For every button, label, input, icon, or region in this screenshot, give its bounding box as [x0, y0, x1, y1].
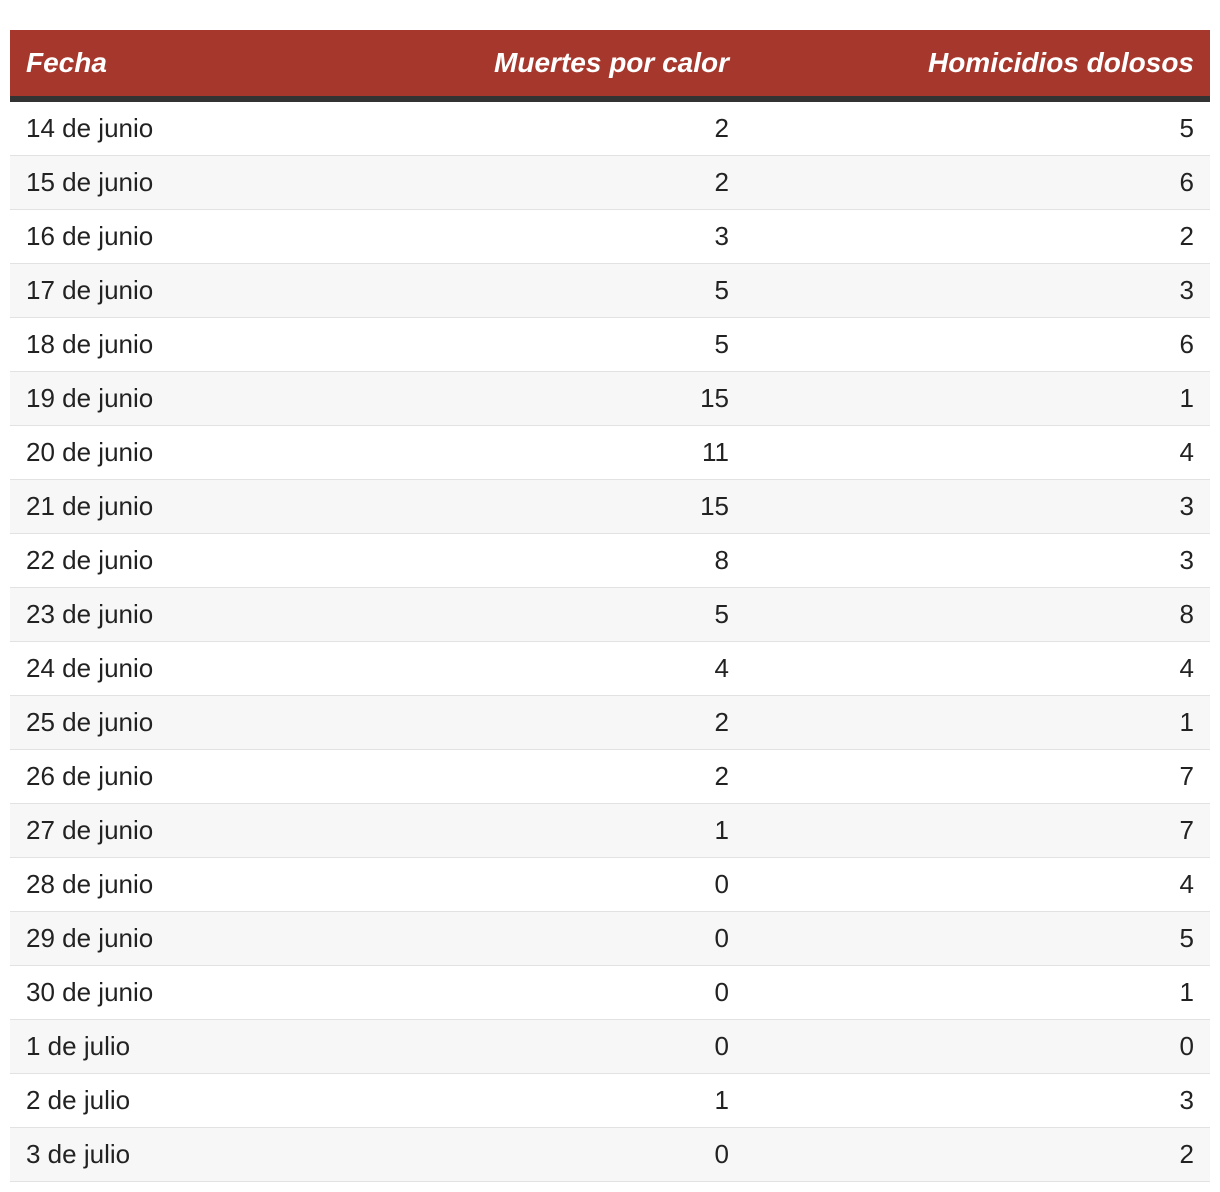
- date-cell: 18 de junio: [10, 317, 350, 372]
- date-cell: 14 de junio: [10, 99, 350, 156]
- date-cell: 20 de junio: [10, 425, 350, 480]
- column-header-fecha: Fecha: [10, 30, 350, 102]
- date-cell: 3 de julio: [10, 1127, 350, 1182]
- homicides-cell: 1: [745, 371, 1210, 426]
- homicides-cell: 2: [745, 209, 1210, 264]
- homicides-cell: 6: [745, 155, 1210, 210]
- table-body: 14 de junio 2 5 15 de junio 2 6 16 de junio 3 2 1…: [10, 99, 1210, 1182]
- date-cell: 24 de junio: [10, 641, 350, 696]
- table-row: 27 de junio 1 7: [10, 803, 1210, 858]
- homicides-cell: 8: [745, 587, 1210, 642]
- table-row: 15 de junio 2 6: [10, 155, 1210, 210]
- heat-deaths-cell: 8: [350, 533, 745, 588]
- heat-deaths-cell: 0: [350, 965, 745, 1020]
- date-cell: 22 de junio: [10, 533, 350, 588]
- homicides-cell: 1: [745, 965, 1210, 1020]
- date-cell: 30 de junio: [10, 965, 350, 1020]
- homicides-cell: 4: [745, 857, 1210, 912]
- table-row: 21 de junio 15 3: [10, 479, 1210, 534]
- date-cell: 27 de junio: [10, 803, 350, 858]
- date-cell: 26 de junio: [10, 749, 350, 804]
- table-row: 17 de junio 5 3: [10, 263, 1210, 318]
- homicides-cell: 4: [745, 641, 1210, 696]
- table-row: 14 de junio 2 5: [10, 99, 1210, 156]
- homicides-cell: 3: [745, 263, 1210, 318]
- homicides-cell: 7: [745, 749, 1210, 804]
- heat-deaths-cell: 5: [350, 317, 745, 372]
- date-cell: 23 de junio: [10, 587, 350, 642]
- table-header: Fecha Muertes por calor Homicidios dolos…: [10, 30, 1210, 102]
- homicides-cell: 5: [745, 911, 1210, 966]
- homicides-cell: 3: [745, 533, 1210, 588]
- heat-deaths-cell: 5: [350, 263, 745, 318]
- heat-deaths-cell: 1: [350, 1073, 745, 1128]
- heat-deaths-cell: 15: [350, 371, 745, 426]
- table-row: 25 de junio 2 1: [10, 695, 1210, 750]
- heat-deaths-cell: 3: [350, 209, 745, 264]
- table-row: 26 de junio 2 7: [10, 749, 1210, 804]
- table-row: 30 de junio 0 1: [10, 965, 1210, 1020]
- homicides-cell: 2: [745, 1127, 1210, 1182]
- table-row: 23 de junio 5 8: [10, 587, 1210, 642]
- heat-deaths-cell: 0: [350, 857, 745, 912]
- homicides-cell: 6: [745, 317, 1210, 372]
- date-cell: 19 de junio: [10, 371, 350, 426]
- table-row: 24 de junio 4 4: [10, 641, 1210, 696]
- heat-deaths-cell: 1: [350, 803, 745, 858]
- homicides-cell: 3: [745, 479, 1210, 534]
- column-header-muertes-por-calor: Muertes por calor: [350, 30, 745, 102]
- heat-deaths-cell: 2: [350, 99, 745, 156]
- heat-deaths-cell: 2: [350, 155, 745, 210]
- homicides-cell: 5: [745, 99, 1210, 156]
- homicides-cell: 4: [745, 425, 1210, 480]
- table-row: 18 de junio 5 6: [10, 317, 1210, 372]
- date-cell: 25 de junio: [10, 695, 350, 750]
- heat-deaths-cell: 11: [350, 425, 745, 480]
- table-row: 22 de junio 8 3: [10, 533, 1210, 588]
- heat-deaths-cell: 4: [350, 641, 745, 696]
- date-cell: 21 de junio: [10, 479, 350, 534]
- data-table: Fecha Muertes por calor Homicidios dolos…: [10, 30, 1210, 1182]
- table-row: 2 de julio 1 3: [10, 1073, 1210, 1128]
- data-table-container: Fecha Muertes por calor Homicidios dolos…: [10, 30, 1210, 1182]
- heat-deaths-cell: 2: [350, 695, 745, 750]
- table-row: 16 de junio 3 2: [10, 209, 1210, 264]
- homicides-cell: 7: [745, 803, 1210, 858]
- table-row: 29 de junio 0 5: [10, 911, 1210, 966]
- heat-deaths-cell: 15: [350, 479, 745, 534]
- date-cell: 15 de junio: [10, 155, 350, 210]
- date-cell: 1 de julio: [10, 1019, 350, 1074]
- date-cell: 16 de junio: [10, 209, 350, 264]
- table-row: 1 de julio 0 0: [10, 1019, 1210, 1074]
- date-cell: 28 de junio: [10, 857, 350, 912]
- homicides-cell: 1: [745, 695, 1210, 750]
- heat-deaths-cell: 0: [350, 911, 745, 966]
- homicides-cell: 0: [745, 1019, 1210, 1074]
- heat-deaths-cell: 5: [350, 587, 745, 642]
- table-row: 19 de junio 15 1: [10, 371, 1210, 426]
- header-row: Fecha Muertes por calor Homicidios dolos…: [10, 30, 1210, 102]
- date-cell: 29 de junio: [10, 911, 350, 966]
- date-cell: 17 de junio: [10, 263, 350, 318]
- table-row: 28 de junio 0 4: [10, 857, 1210, 912]
- date-cell: 2 de julio: [10, 1073, 350, 1128]
- table-row: 3 de julio 0 2: [10, 1127, 1210, 1182]
- table-row: 20 de junio 11 4: [10, 425, 1210, 480]
- heat-deaths-cell: 2: [350, 749, 745, 804]
- homicides-cell: 3: [745, 1073, 1210, 1128]
- heat-deaths-cell: 0: [350, 1127, 745, 1182]
- heat-deaths-cell: 0: [350, 1019, 745, 1074]
- column-header-homicidios-dolosos: Homicidios dolosos: [745, 30, 1210, 102]
